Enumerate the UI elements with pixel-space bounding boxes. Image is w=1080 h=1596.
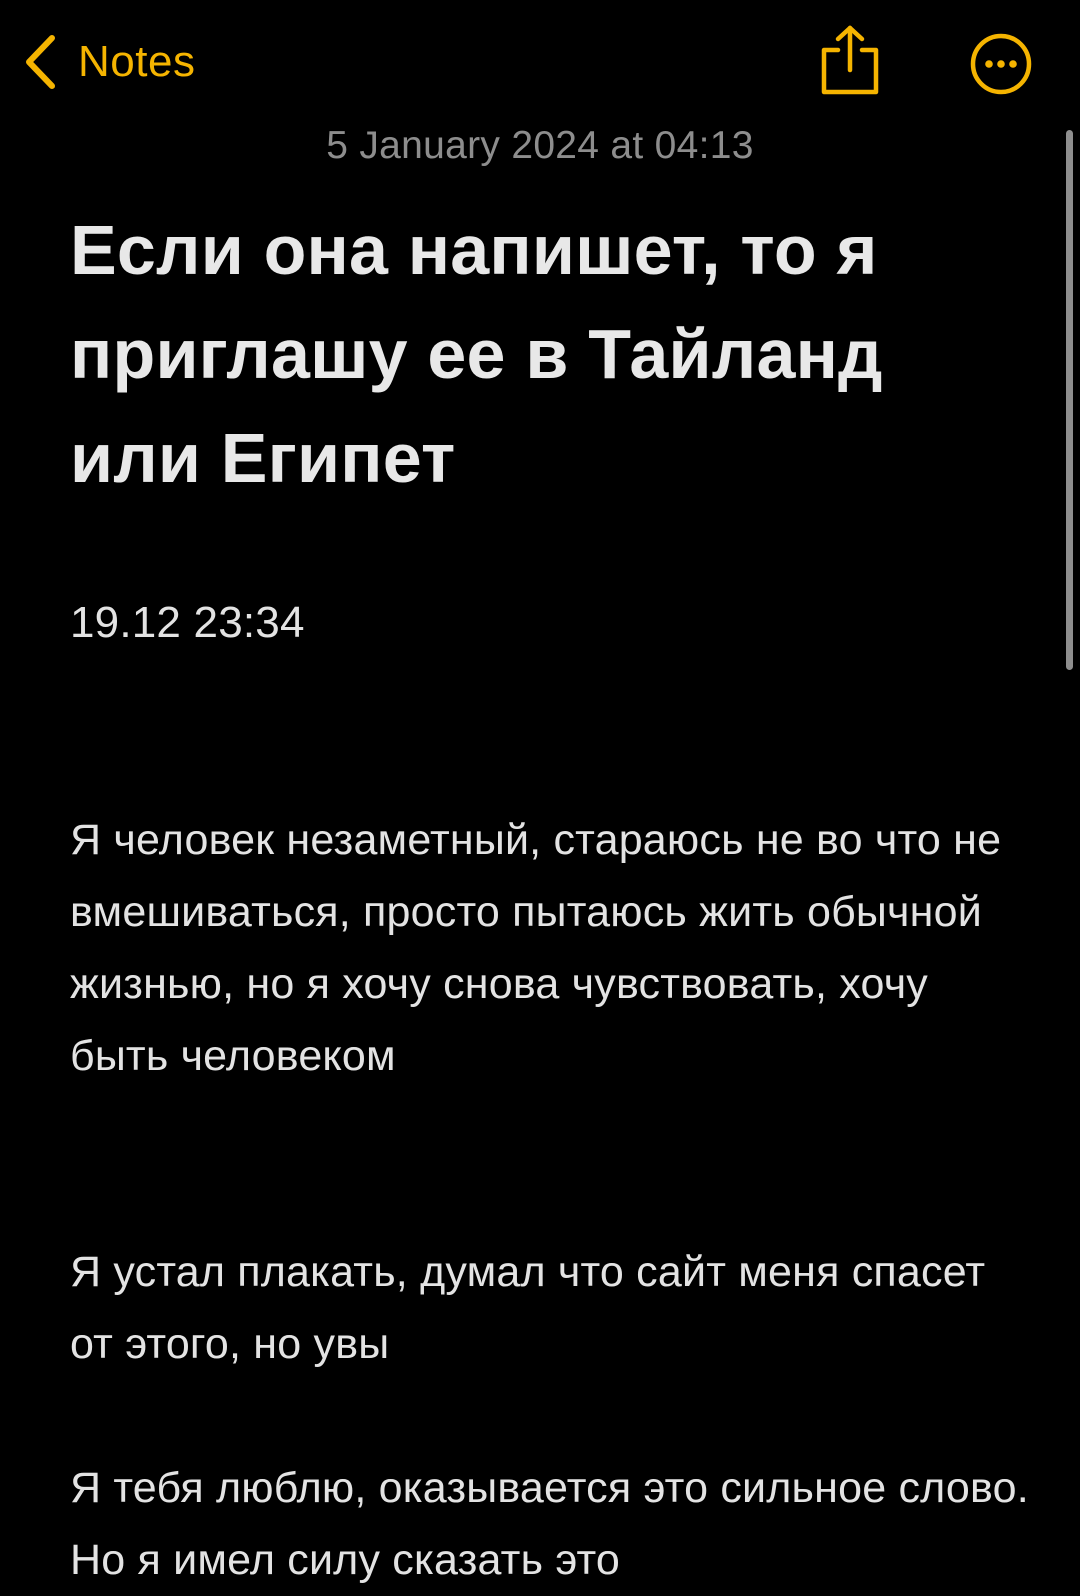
back-label: Notes bbox=[78, 37, 196, 86]
note-date: 5 January 2024 at 04:13 bbox=[326, 124, 754, 167]
share-icon bbox=[818, 25, 882, 104]
note-paragraph[interactable]: Я человек незаметный, стараюсь не во что… bbox=[70, 804, 1030, 1092]
navigation-bar: Notes bbox=[0, 0, 1080, 120]
note-time[interactable]: 19.12 23:34 bbox=[70, 596, 1030, 650]
note-paragraph[interactable]: Я устал плакать, думал что сайт меня спа… bbox=[70, 1236, 1030, 1380]
note-paragraph[interactable]: Я тебя люблю, оказывается это сильное сл… bbox=[70, 1452, 1030, 1596]
note-title[interactable]: Если она напишет, то я приглашу ее в Тай… bbox=[70, 198, 1030, 510]
more-button[interactable] bbox=[970, 33, 1032, 95]
share-button[interactable] bbox=[818, 24, 882, 100]
back-button[interactable]: Notes bbox=[22, 30, 195, 94]
chevron-left-icon bbox=[22, 34, 58, 90]
more-icon bbox=[970, 33, 1032, 99]
scrollbar[interactable] bbox=[1066, 130, 1073, 670]
